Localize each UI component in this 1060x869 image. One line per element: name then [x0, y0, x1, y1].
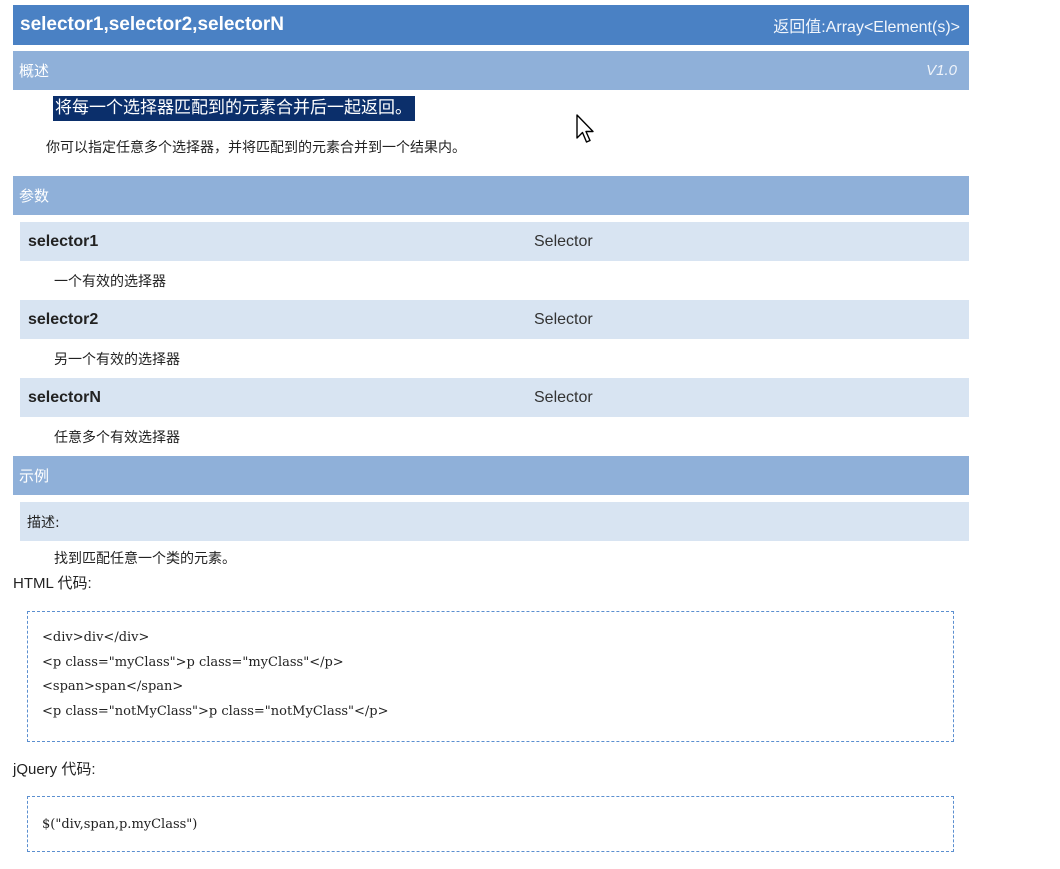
param-name: selector2 — [28, 310, 99, 328]
method-signature: selector1,selector2,selectorN — [20, 14, 285, 35]
param-description: 另一个有效的选择器 — [54, 351, 180, 368]
code-line: <div>div</div> — [42, 630, 150, 645]
param-name: selectorN — [28, 388, 101, 406]
param-type: Selector — [534, 232, 593, 250]
version-badge: V1.0 — [926, 62, 957, 79]
html-code-block: <div>div</div> <p class="myClass">p clas… — [27, 611, 954, 742]
param-row: selector2 Selector — [20, 300, 969, 339]
param-type: Selector — [534, 310, 593, 328]
html-code-label: HTML 代码: — [13, 575, 92, 592]
param-type: Selector — [534, 388, 593, 406]
param-row: selectorN Selector — [20, 378, 969, 417]
code-line: <span>span</span> — [42, 679, 184, 694]
jquery-code: $("div,span,p.myClass") — [42, 816, 198, 832]
overview-body: 将每一个选择器匹配到的元素合并后一起返回。 你可以指定任意多个选择器，并将匹配到… — [13, 90, 969, 176]
overview-description: 你可以指定任意多个选择器，并将匹配到的元素合并到一个结果内。 — [46, 140, 466, 156]
return-value: 返回值:Array<Element(s)> — [773, 19, 960, 36]
code-line: <p class="notMyClass">p class="notMyClas… — [42, 703, 389, 719]
param-name: selector1 — [28, 232, 99, 250]
example-title: 示例 — [19, 467, 50, 485]
overview-title: 概述 — [19, 62, 50, 80]
param-description: 任意多个有效选择器 — [54, 429, 180, 446]
param-row: selector1 Selector — [20, 222, 969, 261]
doc-page: selector1,selector2,selectorN 返回值:Array<… — [13, 5, 969, 852]
example-section-header: 示例 — [13, 456, 969, 495]
example-description-label: 描述: — [20, 502, 969, 541]
jquery-code-label: jQuery 代码: — [13, 761, 96, 778]
overview-section-header: 概述 V1.0 — [13, 51, 969, 90]
mouse-pointer-icon — [576, 114, 594, 143]
param-description: 一个有效的选择器 — [54, 273, 166, 290]
example-description: 找到匹配任意一个类的元素。 — [54, 551, 236, 567]
jquery-code-block: $("div,span,p.myClass") — [27, 796, 954, 852]
selected-summary-text[interactable]: 将每一个选择器匹配到的元素合并后一起返回。 — [53, 96, 415, 121]
title-bar: selector1,selector2,selectorN 返回值:Array<… — [13, 5, 969, 45]
code-line: <p class="myClass">p class="myClass"</p> — [42, 654, 344, 670]
params-title: 参数 — [19, 187, 50, 205]
params-section-header: 参数 — [13, 176, 969, 215]
